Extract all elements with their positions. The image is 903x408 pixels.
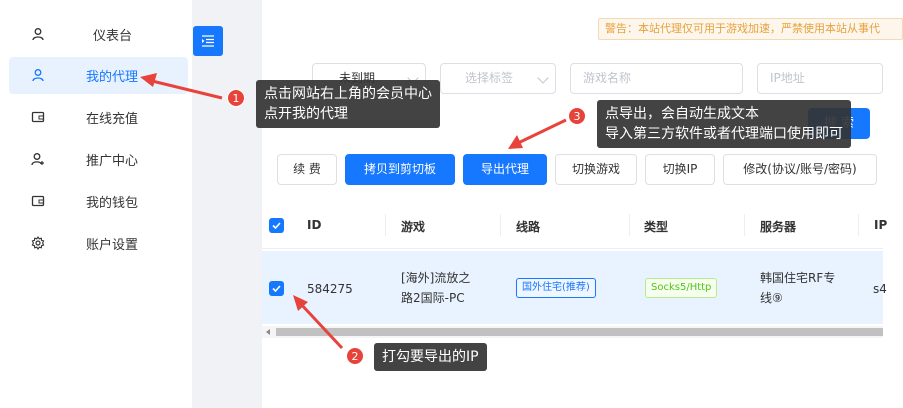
check-icon [272, 285, 281, 292]
column-divider [385, 214, 386, 236]
row-checkbox[interactable] [269, 281, 284, 296]
horizontal-scrollbar[interactable] [262, 326, 883, 338]
callout-step-3: 点导出，会自动生成文本 导入第三方软件或者代理端口使用即可 [597, 100, 851, 148]
table-header: ID 游戏 线路 类型 服务器 IP [262, 202, 887, 249]
collapse-sidebar-button[interactable] [193, 26, 223, 56]
export-proxy-button[interactable]: 导出代理 [463, 154, 547, 185]
gear-icon [31, 236, 45, 250]
step-badge-3: 3 [568, 107, 586, 125]
callout-step-1: 点击网站右上角的会员中心 点开我的代理 [256, 80, 440, 128]
warning-banner: 警告：本站代理仅可用于游戏加速，严禁使用本站从事代 [598, 18, 903, 40]
callout-step-2: 打勾要导出的IP [374, 343, 487, 371]
header-game: 游戏 [401, 220, 426, 234]
wallet-icon [31, 195, 45, 207]
renew-button[interactable]: 续 费 [277, 154, 337, 185]
scroll-left-icon[interactable] [266, 329, 270, 335]
switch-ip-button[interactable]: 切换IP [645, 154, 715, 185]
switch-game-button[interactable]: 切换游戏 [555, 154, 637, 185]
sidebar-item-label: 在线充值 [86, 112, 139, 127]
user-icon [32, 28, 44, 41]
app-root: 仪表台 我的代理 在线充值 推广中心 我的钱包 账户设置 警告：本站代理仅可用于… [0, 0, 903, 408]
column-divider [500, 214, 501, 236]
sidebar-item-promotion[interactable]: 推广中心 [9, 141, 188, 178]
callout-text: 导入第三方软件或者代理端口使用即可 [605, 126, 843, 142]
sidebar-item-recharge[interactable]: 在线充值 [9, 99, 188, 136]
callout-text: 点开我的代理 [264, 106, 348, 122]
column-divider [858, 214, 859, 236]
sidebar: 仪表台 我的代理 在线充值 推广中心 我的钱包 账户设置 [0, 0, 192, 408]
step-badge-2: 2 [346, 347, 364, 365]
column-divider [629, 214, 630, 236]
scroll-thumb[interactable] [276, 328, 883, 336]
cell-game-line2: 路2国际-PC [401, 291, 465, 305]
step-badge-1: 1 [227, 89, 245, 107]
header-type: 类型 [644, 220, 669, 234]
tags-select-placeholder: 选择标签 [465, 71, 514, 85]
sidebar-item-dashboard[interactable]: 仪表台 [9, 16, 188, 53]
wallet-icon [31, 111, 45, 123]
chevron-down-icon [537, 72, 549, 84]
ip-address-input[interactable]: IP地址 [757, 63, 883, 94]
menu-fold-icon [202, 35, 214, 47]
game-name-input[interactable]: 游戏名称 [570, 63, 743, 94]
user-add-icon [31, 153, 44, 166]
callout-text: 点导出，会自动生成文本 [605, 106, 759, 122]
cell-server-line1: 韩国住宅RF专 [760, 271, 836, 285]
cell-game-line1: [海外]流放之 [401, 271, 471, 285]
header-id: ID [307, 218, 322, 232]
sidebar-item-label: 仪表台 [93, 29, 133, 44]
header-ip: IP [874, 218, 888, 232]
column-divider [744, 214, 745, 236]
header-route: 线路 [516, 220, 541, 234]
type-tag: Socks5/Http [645, 278, 718, 298]
check-icon [272, 222, 281, 229]
header-server: 服务器 [760, 220, 797, 234]
cell-ip: s4 [873, 282, 887, 296]
select-all-checkbox[interactable] [269, 218, 284, 233]
route-tag: 国外住宅(推荐) [516, 278, 596, 298]
tags-select[interactable]: 选择标签 [440, 63, 556, 94]
modify-button[interactable]: 修改(协议/账号/密码) [723, 154, 877, 185]
sidebar-item-wallet[interactable]: 我的钱包 [9, 183, 188, 220]
sidebar-item-my-proxy[interactable]: 我的代理 [9, 57, 188, 94]
copy-to-clipboard-button[interactable]: 拷贝到剪切板 [345, 154, 455, 185]
callout-text: 点击网站右上角的会员中心 [264, 86, 432, 102]
cell-server-line2: 线⑨ [760, 291, 783, 305]
sidebar-item-label: 账户设置 [86, 238, 139, 253]
sidebar-item-label: 推广中心 [86, 154, 139, 169]
sidebar-item-label: 我的钱包 [86, 196, 139, 211]
sidebar-item-label: 我的代理 [86, 70, 139, 85]
sidebar-item-settings[interactable]: 账户设置 [9, 225, 188, 262]
cell-id: 584275 [307, 282, 353, 296]
user-icon [32, 69, 44, 82]
